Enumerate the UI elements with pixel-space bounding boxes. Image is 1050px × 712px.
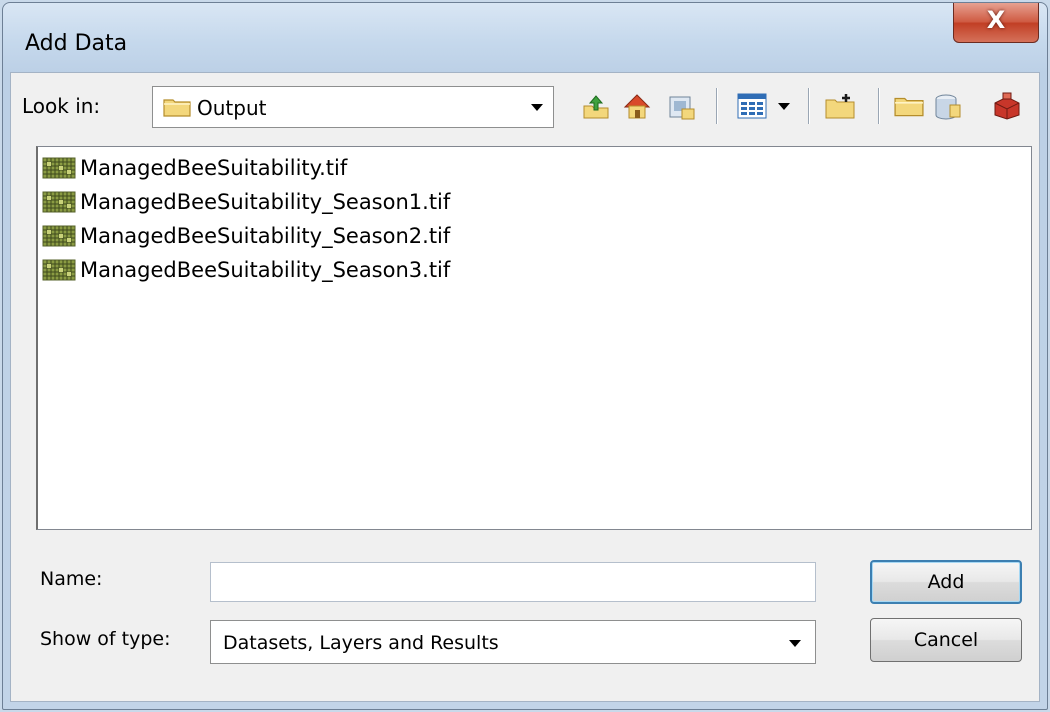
view-dropdown-button[interactable] [774, 86, 794, 126]
file-name: ManagedBeeSuitability_Season3.tif [80, 258, 451, 282]
chevron-down-icon [778, 102, 790, 110]
geodatabase-icon[interactable] [930, 86, 964, 126]
look-in-dropdown[interactable]: Output [152, 86, 554, 128]
name-label: Name: [40, 568, 103, 590]
toolbar-separator [878, 88, 880, 124]
file-list[interactable]: ManagedBeeSuitability.tif ManagedBeeSuit… [36, 146, 1032, 530]
look-in-label: Look in: [22, 94, 101, 118]
add-button[interactable]: Add [870, 560, 1022, 604]
list-item[interactable]: ManagedBeeSuitability_Season1.tif [42, 185, 450, 219]
show-of-type-dropdown[interactable]: Datasets, Layers and Results [210, 620, 816, 664]
view-menu-icon[interactable] [734, 86, 770, 126]
look-in-value: Output [197, 96, 267, 120]
new-folder-icon[interactable] [822, 86, 858, 126]
close-icon: X [986, 6, 1006, 34]
file-name: ManagedBeeSuitability.tif [80, 156, 348, 180]
title-bar[interactable]: Add Data X [3, 3, 1047, 75]
raster-dataset-icon [42, 191, 76, 213]
raster-dataset-icon [42, 225, 76, 247]
raster-dataset-icon [42, 259, 76, 281]
folder-icon[interactable] [892, 86, 926, 126]
go-to-default-home-icon[interactable] [620, 86, 654, 126]
connect-to-folder-icon[interactable] [664, 86, 698, 126]
go-up-one-level-icon[interactable] [580, 86, 612, 126]
file-name: ManagedBeeSuitability_Season2.tif [80, 224, 451, 248]
toolbox-icon[interactable] [988, 86, 1026, 126]
list-item[interactable]: ManagedBeeSuitability.tif [42, 151, 347, 185]
cancel-button[interactable]: Cancel [870, 618, 1022, 662]
chevron-down-icon [531, 104, 543, 111]
toolbar-separator [716, 88, 718, 124]
window-title: Add Data [25, 31, 128, 56]
toolbar-separator [808, 88, 810, 124]
close-button[interactable]: X [953, 3, 1039, 43]
list-item[interactable]: ManagedBeeSuitability_Season2.tif [42, 219, 450, 253]
show-of-type-label: Show of type: [40, 628, 171, 650]
raster-dataset-icon [42, 157, 76, 179]
list-item[interactable]: ManagedBeeSuitability_Season3.tif [42, 253, 450, 287]
chevron-down-icon [789, 640, 801, 647]
name-input[interactable] [210, 562, 816, 602]
folder-icon [163, 97, 191, 117]
show-of-type-value: Datasets, Layers and Results [223, 632, 499, 654]
file-name: ManagedBeeSuitability_Season1.tif [80, 190, 451, 214]
